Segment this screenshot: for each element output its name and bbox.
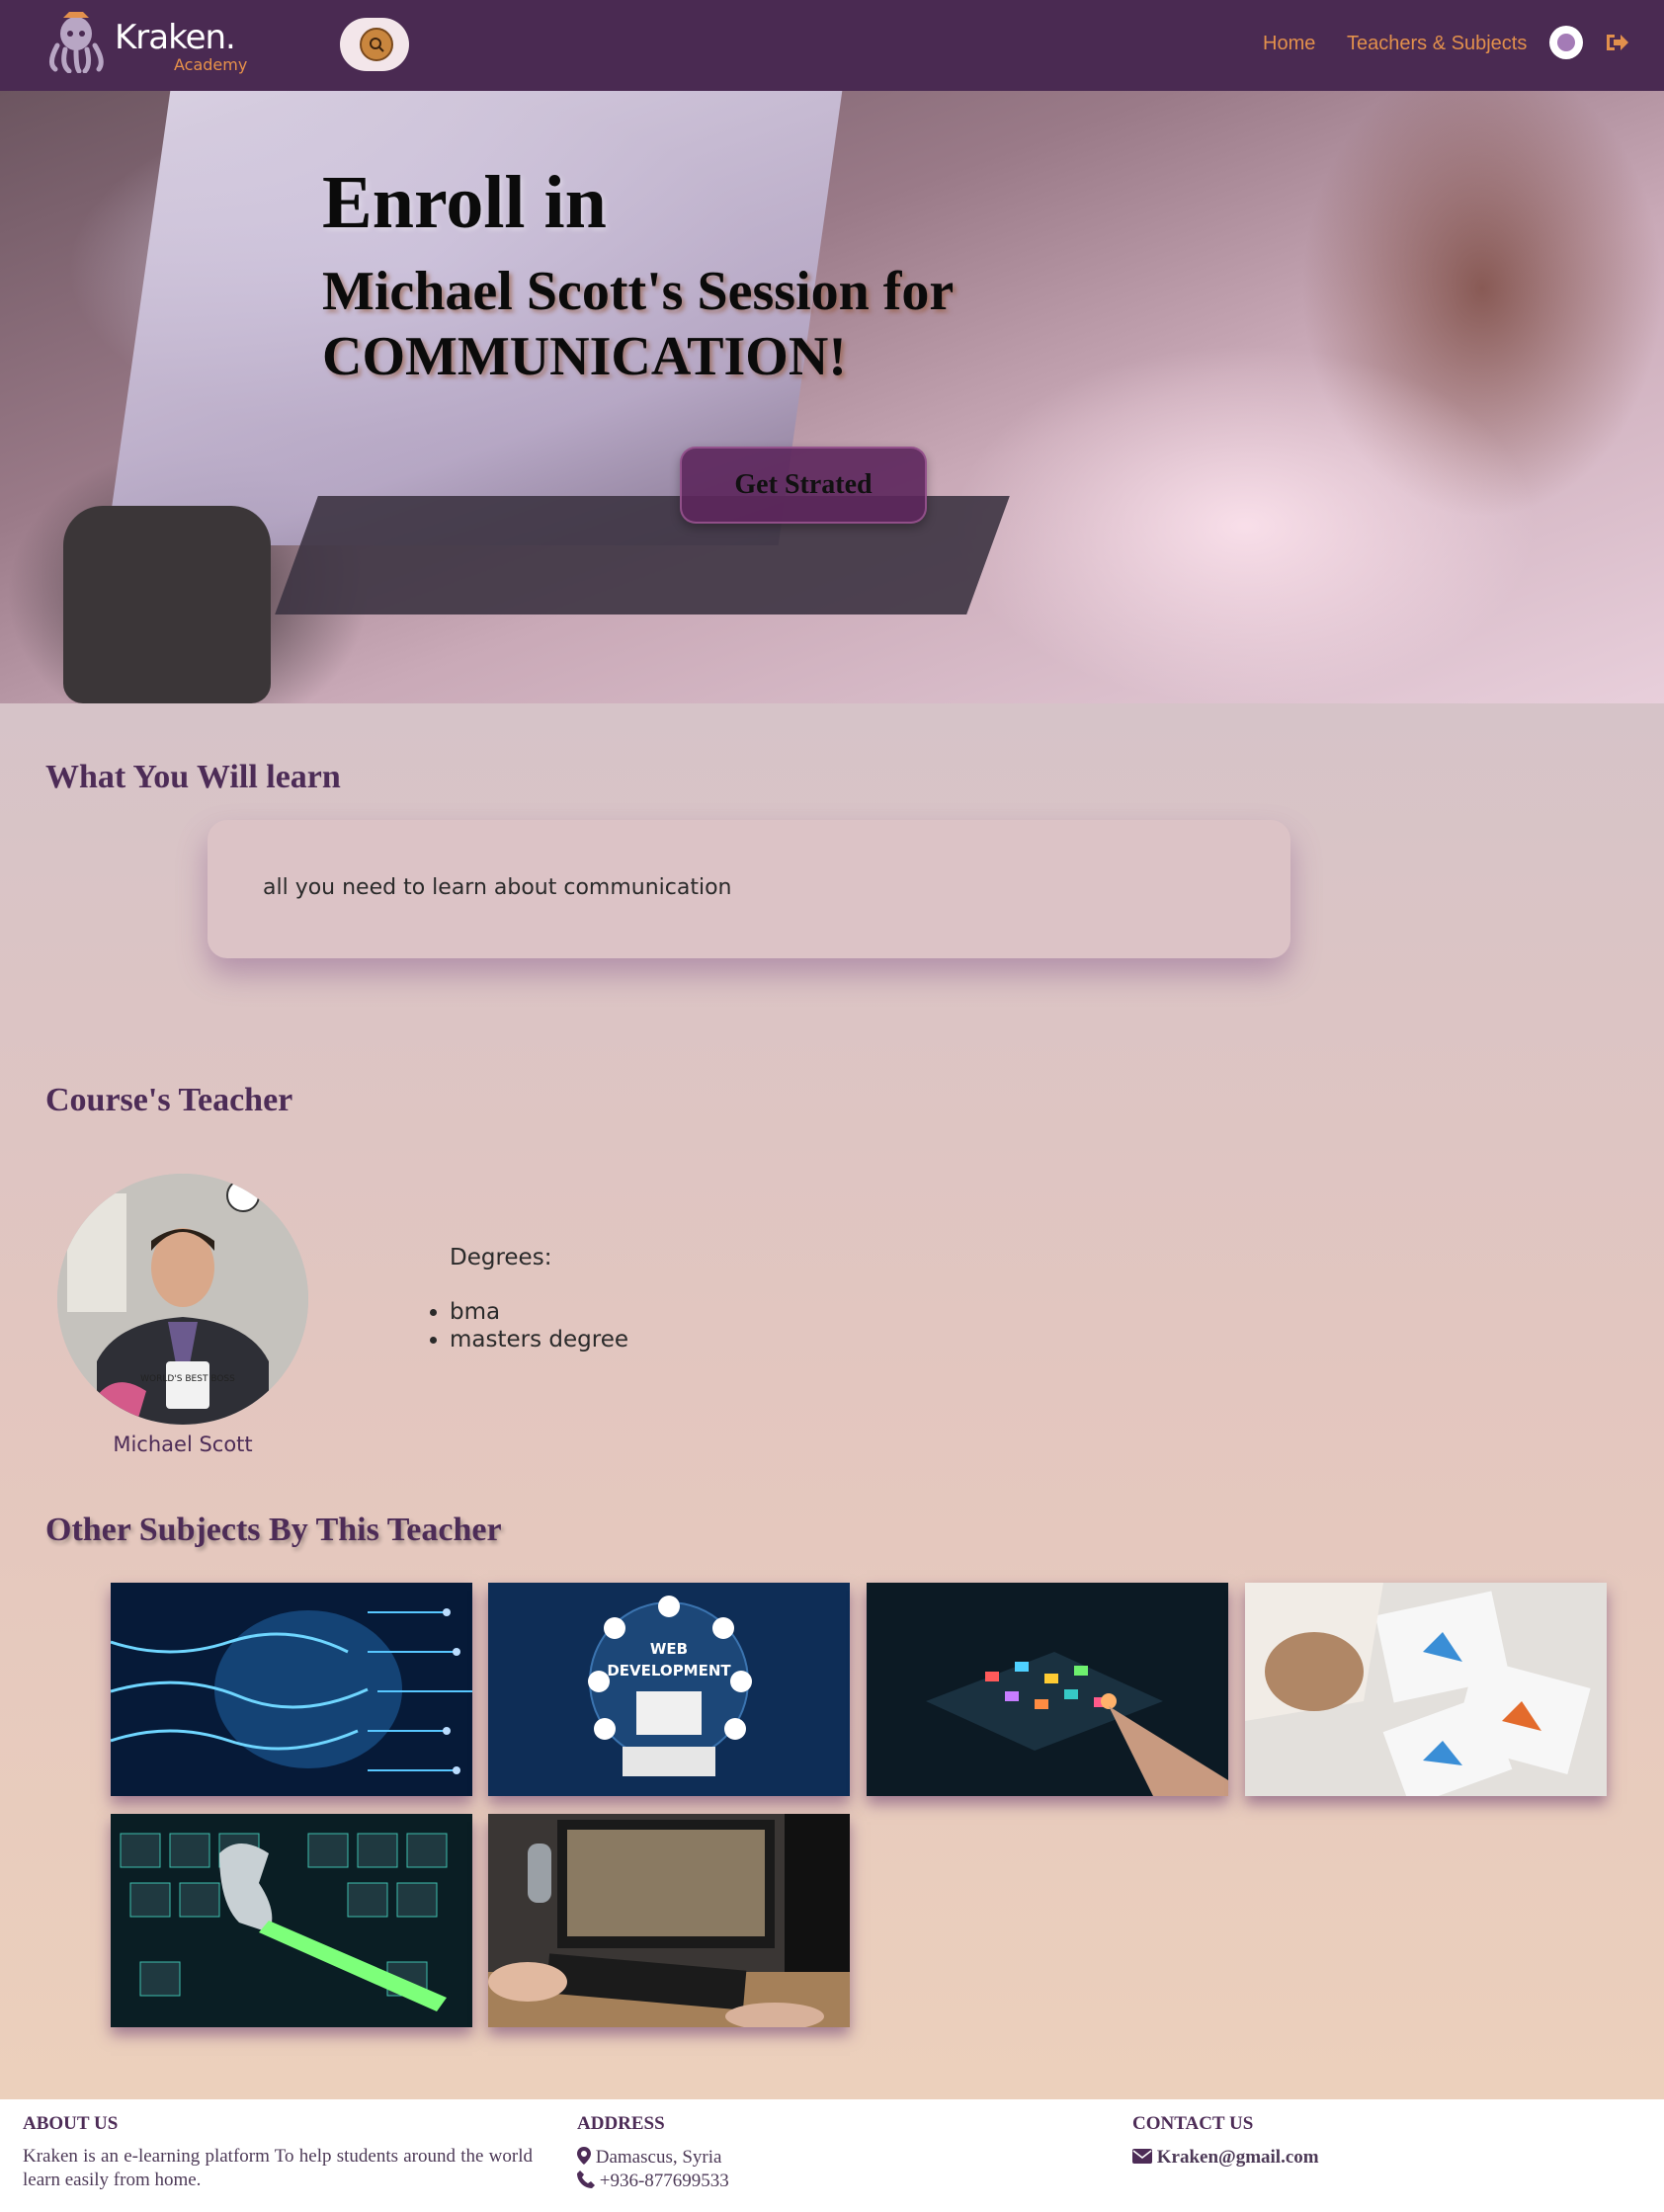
footer-phone: +936-877699533 xyxy=(577,2171,729,2192)
degree-item: bma xyxy=(450,1298,628,1326)
brand-name: Kraken. xyxy=(115,18,236,57)
computer-desk-icon xyxy=(488,1814,850,2027)
phone-icon xyxy=(577,2171,595,2188)
get-started-button[interactable]: Get Strated xyxy=(680,447,927,524)
other-subjects-title: Other Subjects By This Teacher xyxy=(45,1512,502,1548)
footer-location-text: Damascus, Syria xyxy=(595,2147,722,2168)
footer-address-heading: ADDRESS xyxy=(577,2113,665,2134)
nav-link-teachers-subjects[interactable]: Teachers & Subjects xyxy=(1347,33,1527,55)
footer: ABOUT US Kraken is an e-learning platfor… xyxy=(0,2099,1664,2212)
logout-icon[interactable] xyxy=(1603,29,1630,56)
teacher-photo: WORLD'S BEST BOSS xyxy=(57,1174,308,1425)
footer-about-text: Kraken is an e-learning platform To help… xyxy=(23,2146,533,2190)
subject-card-web-development[interactable]: WEB DEVELOPMENT xyxy=(488,1583,850,1796)
hero-title: Enroll in xyxy=(322,161,607,244)
hero-subtitle: Michael Scott's Session for COMMUNICATIO… xyxy=(322,261,954,387)
hero-mug xyxy=(63,506,271,703)
search-button[interactable] xyxy=(340,18,409,71)
degree-item: masters degree xyxy=(450,1326,628,1353)
avatar-icon xyxy=(1557,34,1575,51)
learn-description: all you need to learn about communicatio… xyxy=(263,875,732,900)
mug-text: WORLD'S BEST BOSS xyxy=(140,1374,235,1384)
web-dev-caption-1: WEB xyxy=(650,1640,688,1658)
web-development-icon: WEB DEVELOPMENT xyxy=(488,1583,850,1796)
subject-card-digital[interactable] xyxy=(867,1583,1228,1796)
footer-email-text: Kraken@gmail.com xyxy=(1156,2147,1319,2168)
keyboard-wrench-icon xyxy=(111,1814,472,2027)
data-analytics-icon xyxy=(1245,1583,1607,1796)
footer-about-heading: ABOUT US xyxy=(23,2113,119,2134)
web-dev-caption-2: DEVELOPMENT xyxy=(607,1662,731,1679)
brand-logo[interactable]: Kraken. Academy xyxy=(43,8,251,75)
subject-card-analytics[interactable] xyxy=(1245,1583,1607,1796)
footer-phone-text: +936-877699533 xyxy=(599,2171,729,2191)
hero-banner: Enroll in Michael Scott's Session for CO… xyxy=(0,91,1664,703)
footer-location: Damascus, Syria xyxy=(577,2147,721,2169)
search-icon xyxy=(360,28,393,61)
teacher-section-title: Course's Teacher xyxy=(45,1082,293,1118)
subject-card-tools[interactable] xyxy=(111,1814,472,2027)
learn-card: all you need to learn about communicatio… xyxy=(208,820,1290,958)
map-marker-icon xyxy=(577,2147,591,2165)
ai-brain-circuit-icon xyxy=(111,1583,472,1796)
teacher-name: Michael Scott xyxy=(113,1433,253,1456)
degrees-label: Degrees: xyxy=(450,1245,552,1270)
subject-card-computer[interactable] xyxy=(488,1814,850,2027)
learn-section-title: What You Will learn xyxy=(45,759,341,795)
brand-subtitle: Academy xyxy=(174,55,248,74)
nav-link-home[interactable]: Home xyxy=(1263,33,1315,55)
footer-email[interactable]: Kraken@gmail.com xyxy=(1132,2147,1319,2169)
kraken-octopus-icon xyxy=(49,12,104,73)
footer-contact-heading: CONTACT US xyxy=(1132,2113,1254,2134)
navbar: Kraken. Academy Home Teachers & Subjects xyxy=(0,0,1664,91)
degrees-list: bma masters degree xyxy=(450,1298,628,1353)
envelope-icon xyxy=(1132,2149,1152,2164)
user-avatar[interactable] xyxy=(1549,26,1583,59)
digital-tablet-icon xyxy=(867,1583,1228,1796)
subject-card-ai[interactable] xyxy=(111,1583,472,1796)
